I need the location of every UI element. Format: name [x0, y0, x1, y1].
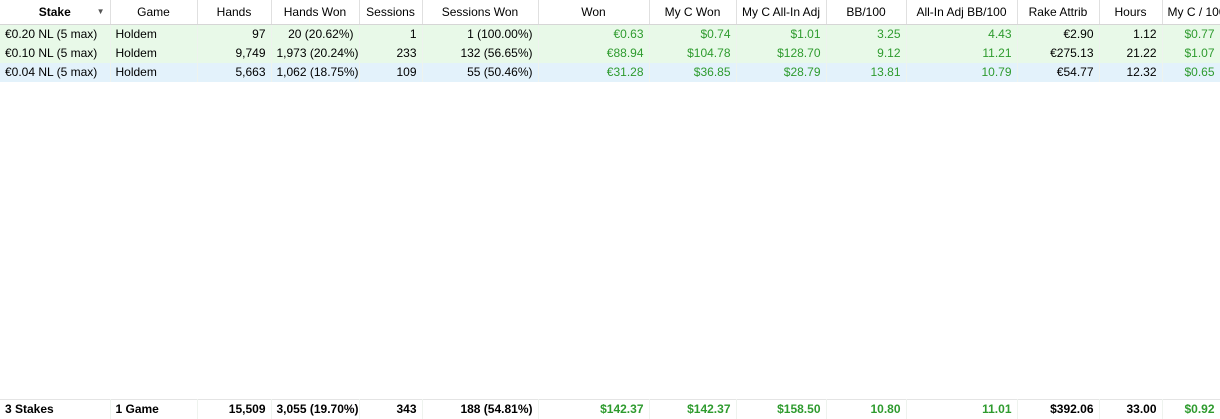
- cell-bb-100: 13.81: [826, 63, 906, 82]
- cell-my-c-all-in-adj: $28.79: [736, 63, 826, 82]
- total-my-c-won: $142.37: [649, 400, 736, 419]
- cell-rake-attrib: €275.13: [1017, 44, 1099, 63]
- cell-rake-attrib: €54.77: [1017, 63, 1099, 82]
- total-won: $142.37: [538, 400, 649, 419]
- cell-my-c-all-in-adj: $128.70: [736, 44, 826, 63]
- column-header-sessions[interactable]: Sessions: [359, 0, 422, 25]
- total-sessions-won: 188 (54.81%): [422, 400, 538, 419]
- column-header-hands-won[interactable]: Hands Won: [271, 0, 359, 25]
- cell-bb-100: 3.25: [826, 25, 906, 45]
- cell-rake-attrib: €2.90: [1017, 25, 1099, 45]
- column-header-hands[interactable]: Hands: [197, 0, 271, 25]
- cell-all-in-adj-bb-100: 4.43: [906, 25, 1017, 45]
- stats-table: Stake▼ Game Hands Hands Won Sessions Ses…: [0, 0, 1220, 82]
- total-hands: 15,509: [197, 400, 271, 419]
- column-header-bb-100[interactable]: BB/100: [826, 0, 906, 25]
- totals-table: 3 Stakes 1 Game 15,509 3,055 (19.70%) 34…: [0, 399, 1220, 419]
- cell-won: €0.63: [538, 25, 649, 45]
- total-rake-attrib: $392.06: [1017, 400, 1099, 419]
- column-header-won[interactable]: Won: [538, 0, 649, 25]
- cell-my-c-100: $1.07: [1162, 44, 1220, 63]
- cell-sessions: 1: [359, 25, 422, 45]
- column-header-game[interactable]: Game: [110, 0, 197, 25]
- cell-all-in-adj-bb-100: 10.79: [906, 63, 1017, 82]
- total-my-c-all-in-adj: $158.50: [736, 400, 826, 419]
- total-games: 1 Game: [110, 400, 197, 419]
- cell-hours: 1.12: [1099, 25, 1162, 45]
- cell-game: Holdem: [110, 63, 197, 82]
- header-row: Stake▼ Game Hands Hands Won Sessions Ses…: [0, 0, 1220, 25]
- cell-hands: 9,749: [197, 44, 271, 63]
- column-header-hours[interactable]: Hours: [1099, 0, 1162, 25]
- cell-hands-won: 20 (20.62%): [271, 25, 359, 45]
- cell-won: €31.28: [538, 63, 649, 82]
- total-hands-won: 3,055 (19.70%): [271, 400, 359, 419]
- cell-hands-won: 1,973 (20.24%): [271, 44, 359, 63]
- cell-sessions-won: 132 (56.65%): [422, 44, 538, 63]
- cell-my-c-won: $0.74: [649, 25, 736, 45]
- cell-sessions: 233: [359, 44, 422, 63]
- cell-sessions-won: 55 (50.46%): [422, 63, 538, 82]
- table-row[interactable]: €0.10 NL (5 max) Holdem 9,749 1,973 (20.…: [0, 44, 1220, 63]
- total-stakes: 3 Stakes: [0, 400, 110, 419]
- column-header-all-in-adj-bb-100[interactable]: All-In Adj BB/100: [906, 0, 1017, 25]
- cell-sessions-won: 1 (100.00%): [422, 25, 538, 45]
- cell-hours: 12.32: [1099, 63, 1162, 82]
- total-all-in-adj-bb-100: 11.01: [906, 400, 1017, 419]
- total-hours: 33.00: [1099, 400, 1162, 419]
- cell-my-c-100: $0.77: [1162, 25, 1220, 45]
- totals-row: 3 Stakes 1 Game 15,509 3,055 (19.70%) 34…: [0, 400, 1220, 419]
- total-my-c-100: $0.92: [1162, 400, 1220, 419]
- cell-won: €88.94: [538, 44, 649, 63]
- cell-my-c-won: $36.85: [649, 63, 736, 82]
- cell-bb-100: 9.12: [826, 44, 906, 63]
- cell-stake: €0.10 NL (5 max): [0, 44, 110, 63]
- total-bb-100: 10.80: [826, 400, 906, 419]
- cell-hands: 97: [197, 25, 271, 45]
- cell-game: Holdem: [110, 25, 197, 45]
- cell-stake: €0.04 NL (5 max): [0, 63, 110, 82]
- cell-my-c-100: $0.65: [1162, 63, 1220, 82]
- cell-sessions: 109: [359, 63, 422, 82]
- column-header-my-c-won[interactable]: My C Won: [649, 0, 736, 25]
- column-header-my-c-100[interactable]: My C / 100: [1162, 0, 1220, 25]
- column-header-my-c-all-in-adj[interactable]: My C All-In Adj: [736, 0, 826, 25]
- cell-stake: €0.20 NL (5 max): [0, 25, 110, 45]
- cell-all-in-adj-bb-100: 11.21: [906, 44, 1017, 63]
- table-row[interactable]: €0.20 NL (5 max) Holdem 97 20 (20.62%) 1…: [0, 25, 1220, 45]
- column-header-sessions-won[interactable]: Sessions Won: [422, 0, 538, 25]
- cell-my-c-all-in-adj: $1.01: [736, 25, 826, 45]
- total-sessions: 343: [359, 400, 422, 419]
- column-header-stake[interactable]: Stake▼: [0, 0, 110, 25]
- cell-hours: 21.22: [1099, 44, 1162, 63]
- column-header-rake-attrib[interactable]: Rake Attrib: [1017, 0, 1099, 25]
- cell-hands: 5,663: [197, 63, 271, 82]
- cell-hands-won: 1,062 (18.75%): [271, 63, 359, 82]
- table-row-selected[interactable]: €0.04 NL (5 max) Holdem 5,663 1,062 (18.…: [0, 63, 1220, 82]
- cell-my-c-won: $104.78: [649, 44, 736, 63]
- cell-game: Holdem: [110, 44, 197, 63]
- sort-descending-icon[interactable]: ▼: [97, 0, 105, 24]
